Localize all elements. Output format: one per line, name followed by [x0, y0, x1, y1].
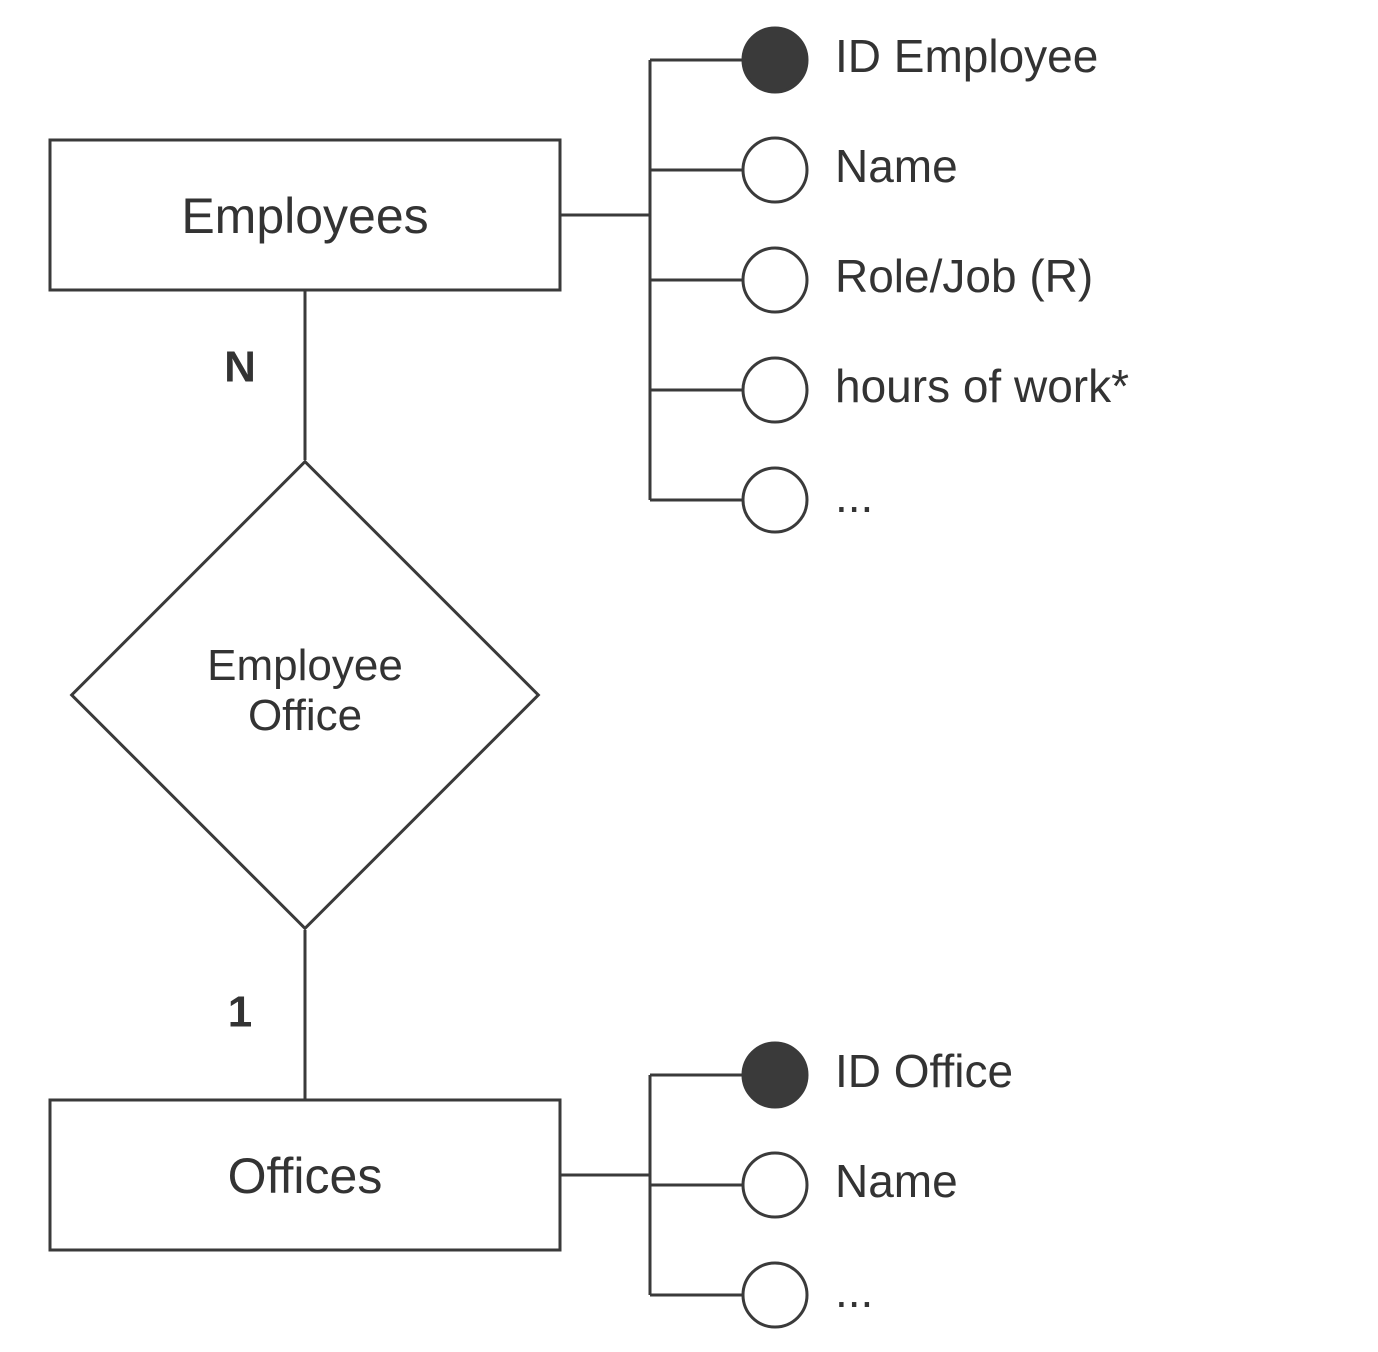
employees-attr-circle-3 [743, 358, 807, 422]
relationship-label-line1: Employee [207, 641, 403, 690]
offices-attr-label-0: ID Office [835, 1045, 1013, 1097]
offices-attr-label-2: ... [835, 1265, 873, 1317]
employees-attr-label-3: hours of work* [835, 360, 1129, 412]
offices-entity-label: Offices [228, 1148, 383, 1204]
employees-attr-circle-2 [743, 248, 807, 312]
employees-attr-label-0: ID Employee [835, 30, 1098, 82]
cardinality-top: N [224, 343, 256, 392]
offices-attr-label-1: Name [835, 1155, 958, 1207]
offices-attr-circle-0 [743, 1043, 807, 1107]
employees-attr-circle-4 [743, 468, 807, 532]
er-diagram: ID Employee Name Role/Job (R) hours of w… [0, 0, 1378, 1352]
employees-attr-label-4: ... [835, 470, 873, 522]
relationship-label-line2: Office [248, 691, 362, 740]
offices-attr-circle-1 [743, 1153, 807, 1217]
employees-entity-label: Employees [181, 188, 428, 244]
cardinality-bottom: 1 [228, 988, 252, 1037]
offices-attr-circle-2 [743, 1263, 807, 1327]
employees-attr-label-1: Name [835, 140, 958, 192]
employees-attr-circle-0 [743, 28, 807, 92]
employees-attr-circle-1 [743, 138, 807, 202]
employees-attr-label-2: Role/Job (R) [835, 250, 1093, 302]
